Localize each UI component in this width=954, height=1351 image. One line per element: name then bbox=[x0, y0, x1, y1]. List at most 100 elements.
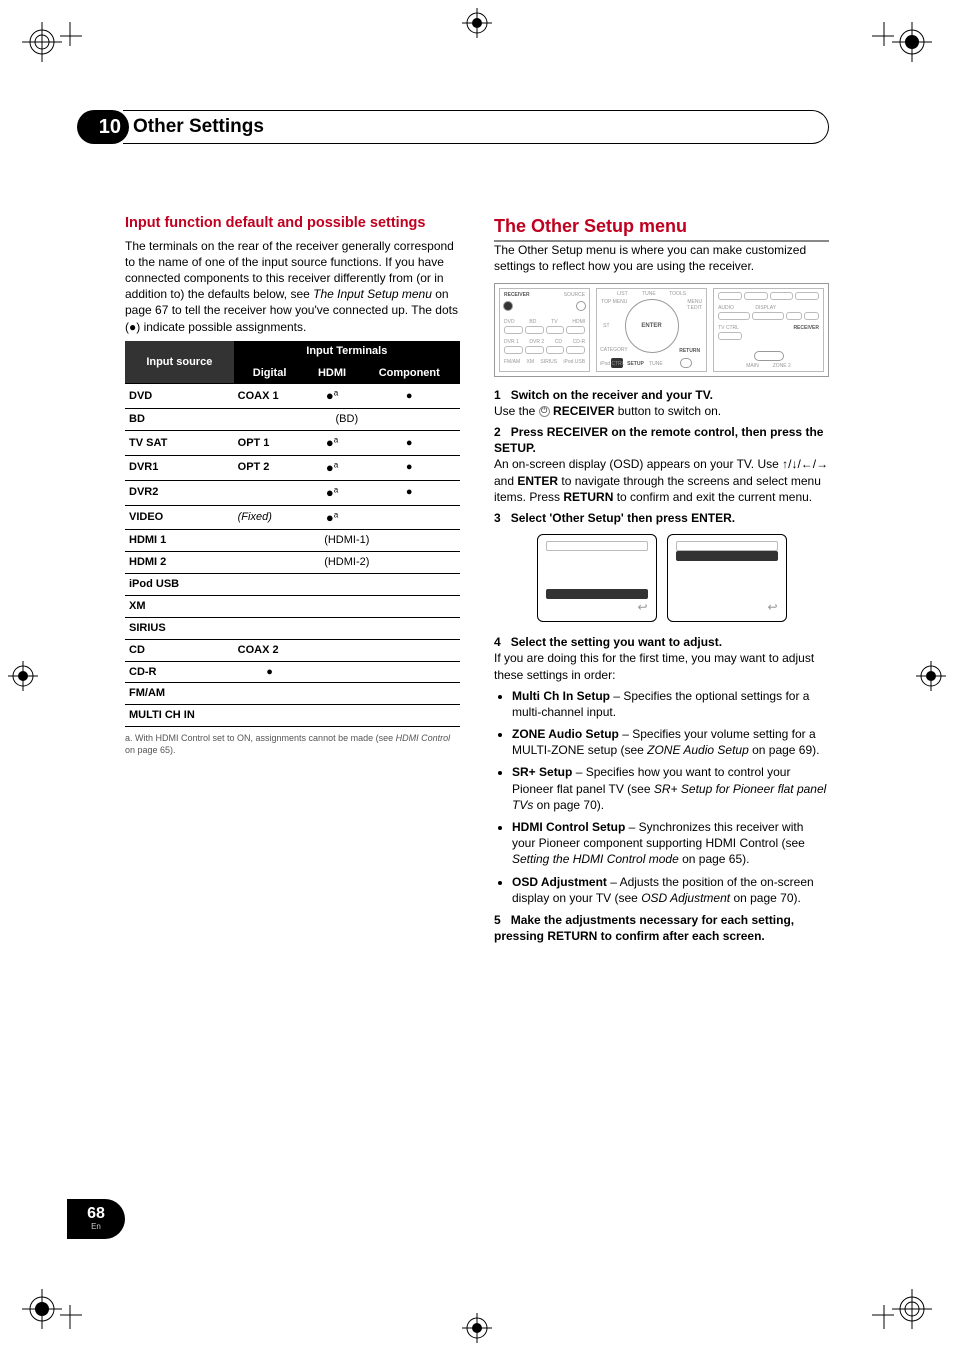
table-header-digital: Digital bbox=[234, 362, 306, 384]
table-cell-digital: ● bbox=[234, 661, 306, 683]
input-function-intro: The terminals on the rear of the receive… bbox=[125, 238, 460, 335]
table-cell-component bbox=[359, 683, 460, 705]
remote-source-button-icon bbox=[576, 301, 586, 311]
table-row-source: DVD bbox=[125, 384, 234, 409]
other-setup-heading: The Other Setup menu bbox=[494, 214, 829, 242]
chapter-number-badge: 10 bbox=[77, 110, 129, 144]
table-row-source: CD-R bbox=[125, 661, 234, 683]
other-setup-intro: The Other Setup menu is where you can ma… bbox=[494, 242, 829, 274]
remote-label-sirius: SIRIUS bbox=[540, 359, 557, 366]
remote-label-dvd: DVD bbox=[504, 319, 515, 326]
chapter-header: 10 Other Settings bbox=[125, 110, 829, 144]
step1-num: 1 bbox=[494, 388, 501, 402]
table-row: HDMI 2(HDMI-2) bbox=[125, 552, 460, 574]
list-item: OSD Adjustment – Adjusts the position of… bbox=[512, 874, 829, 906]
step5-num: 5 bbox=[494, 913, 501, 927]
return-arrow-icon: ↩ bbox=[767, 599, 777, 615]
remote-label-hdmi: HDMI bbox=[572, 319, 585, 326]
table-row: CDCOAX 2 bbox=[125, 639, 460, 661]
table-row-source: SIRIUS bbox=[125, 617, 234, 639]
table-cell-hdmi: ●a bbox=[306, 505, 359, 530]
chapter-title: Other Settings bbox=[123, 110, 829, 144]
remote-label-xm: XM bbox=[526, 359, 534, 366]
table-cell-digital: COAX 2 bbox=[234, 639, 306, 661]
remote-panel-left: RECEIVER SOURCE DVD BD TV HDMI DVR 1 DVR… bbox=[499, 288, 590, 372]
crop-mark-right-center-icon bbox=[916, 661, 946, 691]
crop-mark-top-right-icon bbox=[872, 22, 932, 82]
remote-label-audio: AUDIO bbox=[718, 305, 734, 312]
step4-num: 4 bbox=[494, 635, 501, 649]
table-cell-hdmi: ●a bbox=[306, 384, 359, 409]
table-cell-hdmi: ●a bbox=[306, 455, 359, 480]
table-row-source: BD bbox=[125, 409, 234, 431]
table-row-span: (BD) bbox=[234, 409, 460, 431]
table-cell-component bbox=[359, 705, 460, 727]
table-header-input-source: Input source bbox=[125, 341, 234, 384]
table-row-source: MULTI CH IN bbox=[125, 705, 234, 727]
table-cell-digital bbox=[234, 683, 306, 705]
table-cell-component bbox=[359, 595, 460, 617]
footnote-text-b: on page 65). bbox=[125, 745, 176, 755]
remote-label-ipod: iPod USB bbox=[563, 359, 585, 366]
table-cell-hdmi bbox=[306, 617, 359, 639]
page-number: 68 bbox=[87, 1206, 105, 1222]
input-function-heading: Input function default and possible sett… bbox=[125, 214, 460, 234]
table-row-source: XM bbox=[125, 595, 234, 617]
table-row: SIRIUS bbox=[125, 617, 460, 639]
step2-title: Press RECEIVER on the remote control, th… bbox=[494, 425, 823, 455]
remote-label-tvctrl: TV CTRL bbox=[718, 325, 739, 332]
table-header-group: Input Terminals bbox=[234, 341, 460, 362]
table-cell-hdmi: ●a bbox=[306, 480, 359, 505]
remote-label-main: MAIN bbox=[746, 363, 759, 370]
remote-label-tools: TOOLS bbox=[669, 291, 686, 298]
table-row-source: DVR2 bbox=[125, 480, 234, 505]
table-row: DVR1OPT 2●a● bbox=[125, 455, 460, 480]
list-item: HDMI Control Setup – Synchronizes this r… bbox=[512, 819, 829, 868]
footnote-link: HDMI Control bbox=[396, 733, 451, 743]
return-arrow-icon: ↩ bbox=[637, 599, 647, 615]
table-row: TV SATOPT 1●a● bbox=[125, 431, 460, 456]
page-lang: En bbox=[91, 1222, 101, 1233]
remote-label-bd: BD bbox=[529, 319, 536, 326]
table-cell-hdmi bbox=[306, 639, 359, 661]
right-column: The Other Setup menu The Other Setup men… bbox=[494, 214, 829, 949]
table-cell-component bbox=[359, 505, 460, 530]
table-cell-component bbox=[359, 617, 460, 639]
table-cell-digital: COAX 1 bbox=[234, 384, 306, 409]
table-cell-component: ● bbox=[359, 480, 460, 505]
step-3: 3 Select 'Other Setup' then press ENTER. bbox=[494, 510, 829, 526]
table-row: DVDCOAX 1●a● bbox=[125, 384, 460, 409]
step4-title: Select the setting you want to adjust. bbox=[511, 635, 722, 649]
step-1: 1 Switch on the receiver and your TV. Us… bbox=[494, 387, 829, 419]
table-row-source: FM/AM bbox=[125, 683, 234, 705]
table-row-span: (HDMI-2) bbox=[234, 552, 460, 574]
remote-label-dvr1: DVR 1 bbox=[504, 339, 519, 346]
table-row: FM/AM bbox=[125, 683, 460, 705]
table-cell-component bbox=[359, 661, 460, 683]
remote-label-source: SOURCE bbox=[564, 292, 585, 299]
list-item: ZONE Audio Setup – Specifies your volume… bbox=[512, 726, 829, 758]
remote-panel-right: AUDIO DISPLAY TV CTRL RECEIVER MAIN ZONE… bbox=[713, 288, 824, 372]
step2-body-b: and bbox=[494, 474, 517, 488]
step1-body-a: Use the bbox=[494, 404, 539, 418]
table-cell-digital bbox=[234, 705, 306, 727]
step5-title: Make the adjustments necessary for each … bbox=[494, 913, 794, 943]
remote-label-tune-top: TUNE bbox=[642, 291, 656, 298]
crop-mark-top-left-icon bbox=[22, 22, 82, 82]
table-cell-digital bbox=[234, 617, 306, 639]
table-cell-hdmi bbox=[306, 574, 359, 596]
remote-illustration: RECEIVER SOURCE DVD BD TV HDMI DVR 1 DVR… bbox=[494, 283, 829, 377]
table-row: CD-R● bbox=[125, 661, 460, 683]
settings-bullet-list: Multi Ch In Setup – Specifies the option… bbox=[494, 688, 829, 906]
step3-title: Select 'Other Setup' then press ENTER. bbox=[511, 511, 735, 525]
remote-label-list: LIST bbox=[617, 291, 628, 298]
step1-title: Switch on the receiver and your TV. bbox=[511, 388, 713, 402]
table-footnote: a. With HDMI Control set to ON, assignme… bbox=[125, 733, 460, 756]
step2-body-d: to confirm and exit the current menu. bbox=[613, 490, 812, 504]
remote-label-tune-bottom: TUNE bbox=[649, 361, 663, 368]
intro-link: The Input Setup menu bbox=[313, 287, 432, 301]
remote-label-receiver-2: RECEIVER bbox=[741, 325, 819, 332]
remote-label-ipodctrl: iPod CTRL bbox=[600, 361, 624, 368]
table-row-source: HDMI 1 bbox=[125, 530, 234, 552]
step2-body-a: An on-screen display (OSD) appears on yo… bbox=[494, 457, 782, 471]
